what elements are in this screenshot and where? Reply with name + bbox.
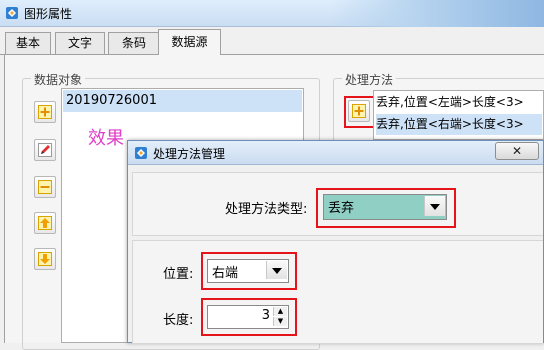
move-up-icon: [38, 216, 52, 230]
app-logo-icon: [134, 146, 148, 160]
remove-icon: [38, 180, 52, 194]
method-type-section: 处理方法类型: 丢弃: [132, 172, 543, 236]
list-item[interactable]: 丢弃,位置<右端>长度<3>: [376, 114, 542, 135]
dialog-title: 处理方法管理: [153, 147, 226, 161]
data-object-label: 数据对象: [31, 71, 86, 88]
length-label: 长度:: [163, 313, 194, 328]
highlight-position: [201, 252, 297, 290]
list-item[interactable]: 20190726001: [63, 90, 302, 112]
tab-barcode[interactable]: 条码: [108, 32, 160, 54]
processing-method-list[interactable]: 丢弃,位置<左端>长度<3> 丢弃,位置<右端>长度<3>: [373, 90, 544, 140]
highlight-method-type: [316, 188, 456, 228]
app-logo-icon: [5, 6, 19, 20]
processing-label: 处理方法: [342, 71, 397, 88]
add-icon: [38, 105, 52, 119]
remove-data-button[interactable]: [34, 176, 56, 198]
move-down-button[interactable]: [34, 248, 56, 270]
move-down-icon: [38, 252, 52, 266]
method-params-section: 位置: 右端 长度: 3 ▲ ▼: [132, 240, 543, 344]
edit-icon: [38, 143, 52, 157]
list-item-label: 20190726001: [66, 93, 157, 108]
tab-strip: 基本 文字 条码 数据源: [0, 27, 544, 55]
close-icon: ✕: [511, 144, 523, 158]
dialog-body: 处理方法类型: 丢弃 位置: 右端 长度: 3 ▲ ▼: [128, 166, 543, 344]
tab-text[interactable]: 文字: [55, 32, 105, 54]
edit-data-button[interactable]: [34, 139, 56, 161]
tab-datasource[interactable]: 数据源: [158, 29, 221, 55]
list-item[interactable]: 丢弃,位置<左端>长度<3>: [376, 92, 542, 113]
method-type-label: 处理方法类型:: [225, 202, 308, 217]
dialog-close-button[interactable]: ✕: [495, 142, 539, 160]
move-up-button[interactable]: [34, 212, 56, 234]
titlebar-background: [330, 0, 544, 27]
position-label: 位置:: [163, 267, 194, 282]
processing-manager-dialog: 处理方法管理 ✕ 处理方法类型: 丢弃 位置: 右端 长度: 3 ▲ ▼: [127, 140, 544, 344]
effect-label: 效果: [88, 128, 124, 149]
window-title: 图形属性: [24, 7, 73, 21]
add-data-button[interactable]: [34, 101, 56, 123]
tab-basic[interactable]: 基本: [5, 32, 51, 54]
highlight-add-processing: [344, 96, 376, 128]
highlight-length: [201, 298, 297, 336]
